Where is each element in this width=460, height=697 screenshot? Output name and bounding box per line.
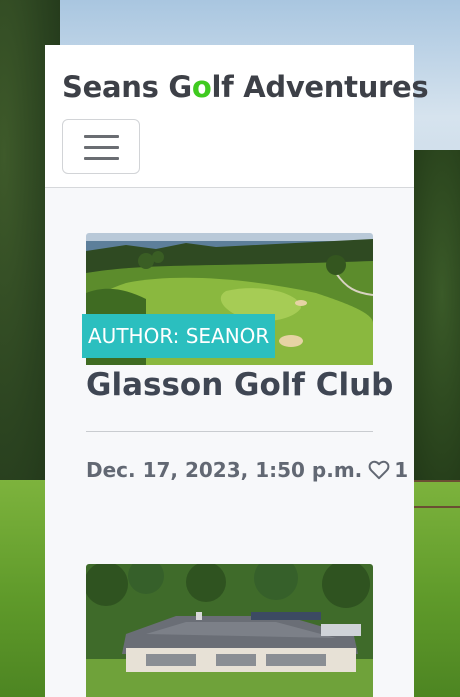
navbar: Seans Golf Adventures — [45, 45, 429, 188]
brand-suffix: lf Adventures — [211, 70, 429, 104]
brand-prefix: Seans G — [62, 70, 192, 104]
site-brand[interactable]: Seans Golf Adventures — [62, 70, 429, 104]
post-title[interactable]: Glasson Golf Club — [86, 367, 393, 403]
post-image[interactable] — [86, 564, 373, 697]
post-date: Dec. 17, 2023, 1:50 p.m. — [86, 458, 363, 482]
brand-accent-letter: o — [191, 70, 212, 104]
navbar-toggler-button[interactable] — [62, 119, 140, 174]
heart-outline-icon[interactable] — [368, 460, 390, 480]
author-badge: AUTHOR: SEANOR — [82, 314, 276, 358]
main-container: Seans Golf Adventures AUTHOR: SEANOR Gla… — [45, 45, 429, 697]
post-meta: Dec. 17, 2023, 1:50 p.m. 1 — [86, 457, 408, 483]
card-divider — [86, 431, 373, 432]
like-count: 1 — [394, 458, 409, 482]
